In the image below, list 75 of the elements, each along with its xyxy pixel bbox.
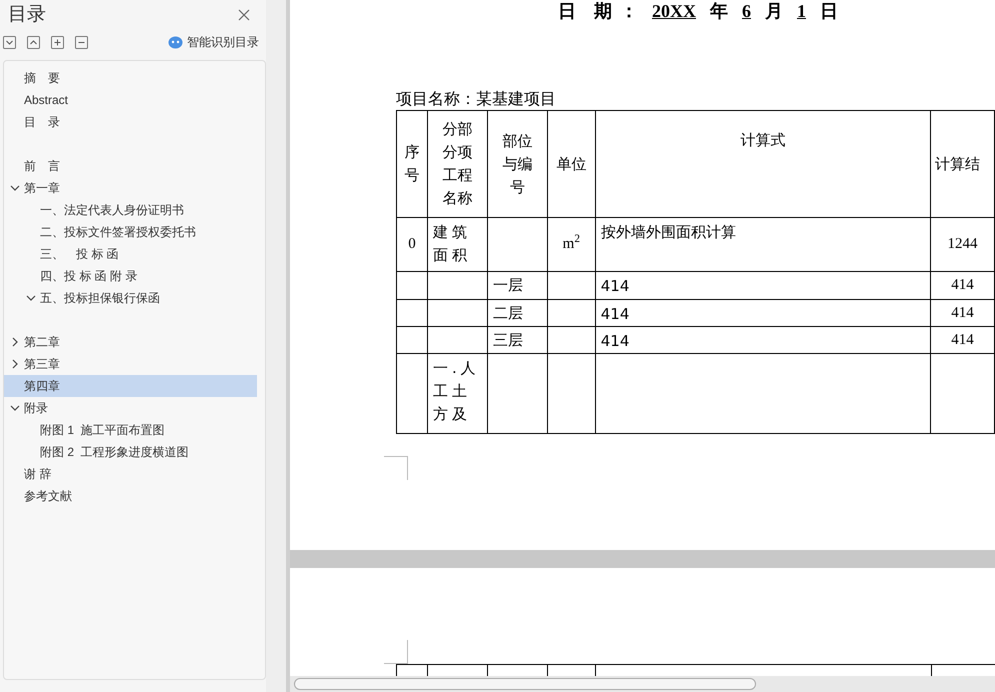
table-cell bbox=[396, 326, 428, 354]
date-label: 年 bbox=[708, 0, 729, 22]
table-cell bbox=[427, 326, 488, 354]
chevron-down-icon[interactable] bbox=[10, 183, 20, 193]
table-cell: 414 bbox=[930, 272, 994, 300]
toc-item[interactable]: 附图 2 工程形象进度横道图 bbox=[4, 441, 257, 463]
chevron-right-icon[interactable] bbox=[10, 359, 20, 369]
table-cell: 三层 bbox=[487, 326, 548, 354]
table-cell bbox=[427, 300, 488, 326]
table-cell: 414 bbox=[930, 326, 994, 354]
table-cell bbox=[396, 300, 428, 326]
toc-item[interactable]: 参考文献 bbox=[4, 485, 257, 507]
toc-item[interactable]: 第三章 bbox=[4, 353, 257, 375]
collapse-all-icon[interactable] bbox=[3, 36, 16, 48]
minus-icon[interactable] bbox=[75, 36, 88, 48]
column-header: 计算结 bbox=[930, 110, 994, 218]
table-cell: 按外墙外围面积计算 bbox=[595, 218, 930, 272]
column-header: 单位 bbox=[547, 110, 596, 218]
table-cell: 一层 bbox=[487, 272, 548, 300]
date-label: 日 期 bbox=[557, 0, 613, 22]
smart-toc-button[interactable]: 智能识别目录 bbox=[168, 33, 259, 51]
toc-item[interactable]: 第四章 bbox=[4, 375, 257, 397]
table-cell: 1244 bbox=[930, 218, 994, 272]
date-label: 日 bbox=[819, 0, 839, 22]
toc-item[interactable]: 前 言 bbox=[4, 133, 257, 177]
table-cell: 一.人工土方及 bbox=[427, 354, 488, 434]
toc-item[interactable]: 附图 1 施工平面布置图 bbox=[4, 419, 257, 441]
date-value: 20XX bbox=[651, 0, 697, 22]
table-cell: 414 bbox=[595, 300, 930, 326]
toc-item[interactable]: 二、投标文件签署授权委托书 bbox=[4, 221, 257, 243]
plus-icon[interactable] bbox=[51, 36, 64, 48]
project-name: 项目名称：某基建项目 bbox=[396, 88, 557, 110]
date-value: 6 bbox=[741, 0, 752, 22]
page-corner-mark bbox=[384, 456, 408, 480]
table-cell: 414 bbox=[595, 326, 930, 354]
table-cell: 二层 bbox=[487, 300, 548, 326]
column-header: 计算式 bbox=[595, 110, 930, 218]
table-cell: m$^{2}$ bbox=[547, 218, 596, 272]
column-header: 部位与编号 bbox=[487, 110, 548, 218]
close-icon[interactable] bbox=[238, 9, 250, 21]
table-cell bbox=[547, 326, 596, 354]
table-cell bbox=[487, 218, 548, 272]
table-cell: 414 bbox=[595, 272, 930, 300]
toc-item[interactable]: 五、投标担保银行保函 bbox=[4, 287, 257, 309]
toc-item[interactable]: 摘 要 bbox=[4, 67, 257, 89]
horizontal-scrollbar[interactable] bbox=[290, 676, 995, 692]
date-label: 月 bbox=[764, 0, 784, 22]
robot-face-icon bbox=[168, 36, 183, 48]
panel-title: 目录 bbox=[8, 2, 46, 27]
toc-item[interactable]: 第一章 bbox=[4, 177, 257, 199]
toc-item[interactable]: Abstract bbox=[4, 89, 257, 111]
date-value: 1 bbox=[796, 0, 807, 22]
table-cell: 建筑面积 bbox=[427, 218, 488, 272]
table-cell bbox=[547, 300, 596, 326]
chevron-down-icon[interactable] bbox=[26, 293, 36, 303]
table-cell: 0 bbox=[396, 218, 428, 272]
toc-item[interactable]: 附录 bbox=[4, 397, 257, 419]
table-cell: 414 bbox=[930, 300, 994, 326]
date-label: ： bbox=[619, 0, 639, 22]
column-header: 分部分项工程名称 bbox=[427, 110, 488, 218]
expand-all-icon[interactable] bbox=[27, 36, 40, 48]
toc-item[interactable]: 目 录 bbox=[4, 111, 257, 133]
table-cell bbox=[547, 272, 596, 300]
scrollbar-thumb[interactable] bbox=[294, 678, 756, 690]
toc-item[interactable]: 谢 辞 bbox=[4, 463, 257, 485]
chevron-right-icon[interactable] bbox=[10, 337, 20, 347]
table-cell bbox=[427, 272, 488, 300]
toc-item[interactable]: 三、 投 标 函 bbox=[4, 243, 257, 265]
toc-item[interactable]: 一、法定代表人身份证明书 bbox=[4, 199, 257, 221]
table-cell bbox=[396, 272, 428, 300]
toc-item[interactable]: 第二章 bbox=[4, 309, 257, 353]
page-corner-mark bbox=[384, 640, 408, 664]
chevron-down-icon[interactable] bbox=[10, 403, 20, 413]
toc-item[interactable]: 四、投 标 函 附 录 bbox=[4, 265, 257, 287]
column-header: 序号 bbox=[396, 110, 428, 218]
